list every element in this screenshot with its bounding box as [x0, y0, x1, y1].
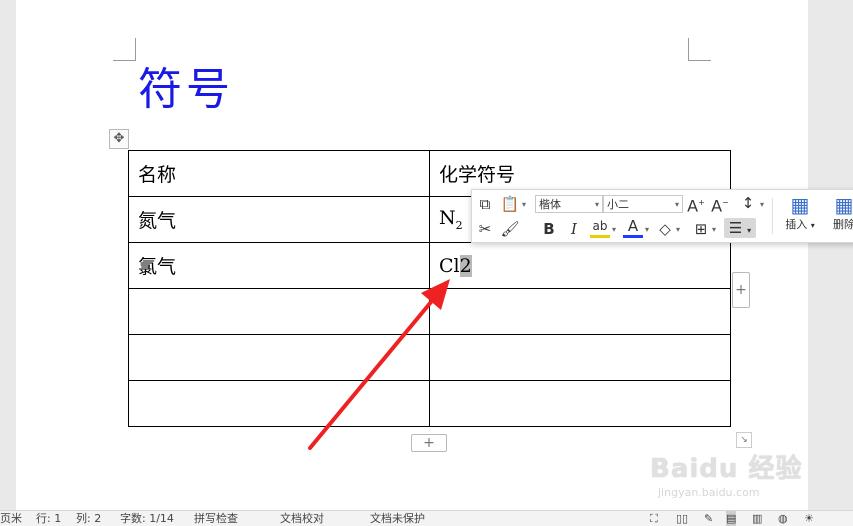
status-word-count[interactable]: 字数: 1/14 — [120, 511, 174, 526]
watermark-brand: Baidu 经验 — [650, 454, 803, 484]
eye-protect-icon[interactable]: ☀ — [804, 511, 814, 526]
edit-mode-icon[interactable]: ✎ — [704, 511, 713, 526]
status-row: 行: 1 — [36, 512, 62, 525]
doc-proof-button[interactable]: 文档校对 — [280, 511, 324, 526]
watermark-url: jingyan.baidu.com — [658, 486, 760, 499]
annotation-arrow — [308, 279, 450, 450]
fullscreen-icon[interactable]: ⛶ — [650, 511, 658, 526]
outline-view-icon[interactable]: ▥ — [752, 511, 762, 526]
baidu-watermark: Baidu 经验 jingyan.baidu.com — [650, 448, 803, 499]
web-view-icon[interactable]: ◍ — [778, 511, 788, 526]
status-bar: 页米 行: 1 列: 2 字数: 1/14 拼写检查 文档校对 文档未保护 ⛶ … — [0, 510, 853, 526]
page-view-icon[interactable]: ▤ — [726, 511, 737, 526]
status-page[interactable]: 页米 — [0, 511, 22, 526]
doc-protect-button[interactable]: 文档未保护 — [370, 511, 425, 526]
read-mode-icon[interactable]: ▯▯ — [676, 511, 688, 526]
spell-check-button[interactable]: 拼写检查 — [194, 511, 238, 526]
status-column: 列: 2 — [76, 512, 102, 525]
